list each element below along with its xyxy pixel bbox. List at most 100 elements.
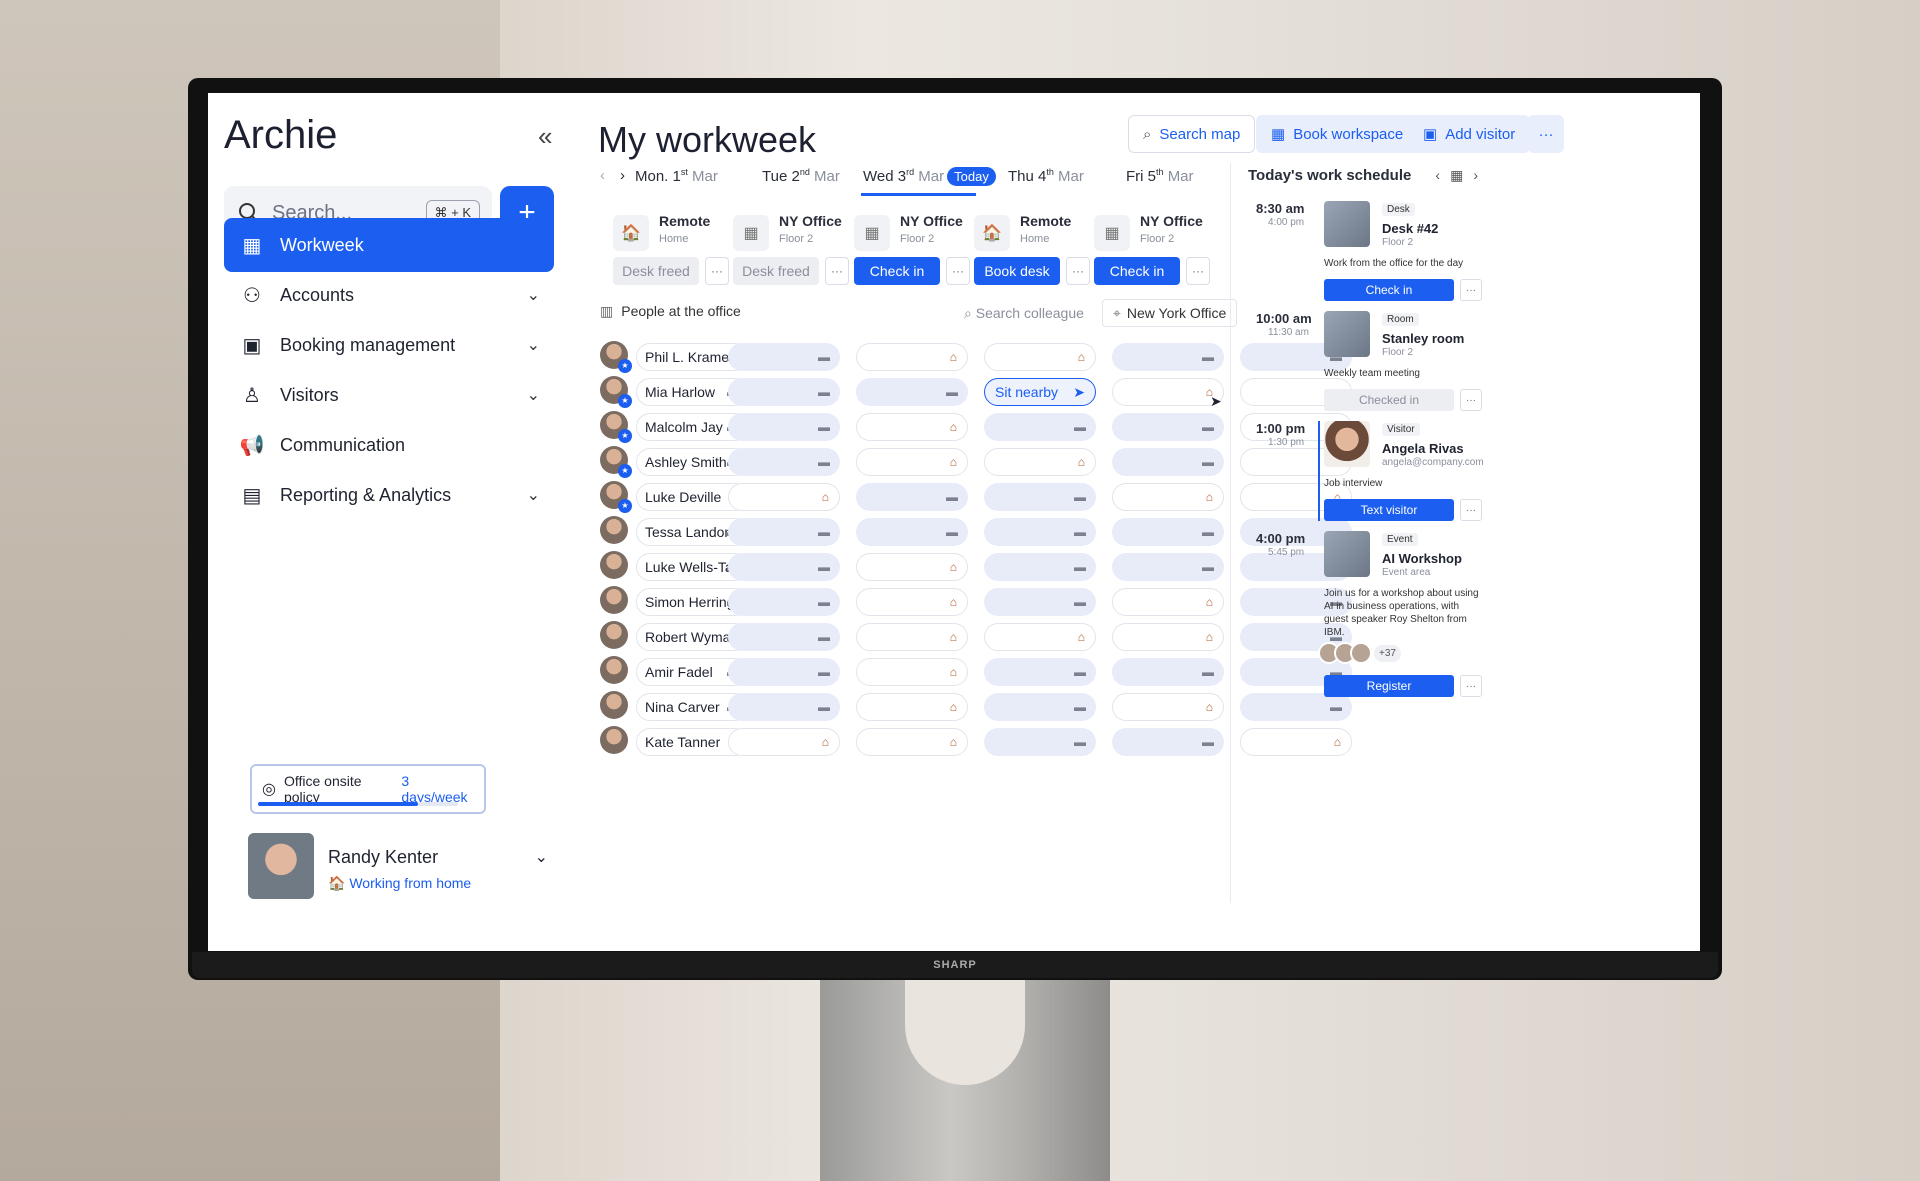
more-options-button[interactable]: ··· [1066, 257, 1090, 285]
more-button[interactable]: ··· [1528, 115, 1564, 153]
day-cell-office[interactable]: ▬ [728, 343, 840, 371]
tab-day[interactable]: Thu 4th Mar [1008, 167, 1084, 185]
day-cell-remote[interactable]: ⌂ [856, 623, 968, 651]
day-cell-office[interactable]: ▬ [984, 588, 1096, 616]
sidebar-item-accounts[interactable]: ⚇ Accounts ⌄ [224, 268, 554, 322]
event-action-button[interactable]: Text visitor [1324, 499, 1454, 521]
search-map-button[interactable]: ⌕ Search map [1128, 115, 1256, 153]
tab-day[interactable]: Mon. 1st Mar [635, 167, 718, 185]
more-options-button[interactable]: ··· [1186, 257, 1210, 285]
day-action-button[interactable]: Check in [1094, 257, 1180, 285]
more-options-button[interactable]: ··· [1460, 279, 1482, 301]
chevron-down-icon[interactable]: ⌄ [527, 385, 540, 405]
day-cell-office[interactable]: ▬ [984, 553, 1096, 581]
day-cell-office[interactable]: ▬ [984, 483, 1096, 511]
schedule-nav[interactable]: ‹▦› [1435, 167, 1488, 184]
chevron-down-icon[interactable]: ⌄ [527, 285, 540, 305]
day-cell-remote[interactable]: ⌂ [856, 343, 968, 371]
day-cell-remote[interactable]: ⌂ [856, 693, 968, 721]
day-cell-office[interactable]: ▬ [984, 518, 1096, 546]
day-cell-remote[interactable]: ⌂ [728, 483, 840, 511]
day-action-button[interactable]: Book desk [974, 257, 1060, 285]
more-options-button[interactable]: ··· [825, 257, 849, 285]
more-options-button[interactable]: ··· [1460, 499, 1482, 521]
onsite-policy[interactable]: ◎ Office onsite policy 3 days/week [250, 764, 486, 814]
search-colleague-input[interactable]: Search colleague [976, 305, 1084, 321]
day-cell-office[interactable]: ▬ [1112, 658, 1224, 686]
day-cell-remote[interactable]: ⌂ [1112, 623, 1224, 651]
day-cell-remote[interactable]: ⌂ [728, 728, 840, 756]
chevron-down-icon[interactable]: ⌄ [527, 335, 540, 355]
day-cell-remote[interactable]: ⌂ [856, 658, 968, 686]
day-cell-office[interactable]: ▬ [728, 553, 840, 581]
day-month: Mar [918, 168, 945, 185]
tab-day[interactable]: Tue 2nd Mar [762, 167, 840, 185]
day-cell-office[interactable]: ▬ [1112, 448, 1224, 476]
day-cell-office[interactable]: ▬ [984, 413, 1096, 441]
event-action-button[interactable]: Register [1324, 675, 1454, 697]
sidebar-item-communication[interactable]: 📢 Communication [224, 418, 554, 472]
day-cell-office[interactable]: ▬ [1112, 343, 1224, 371]
search-colleague[interactable]: ⌕ Search colleague [964, 305, 1084, 322]
event-action-button[interactable]: Checked in [1324, 389, 1454, 411]
event-action-button[interactable]: Check in [1324, 279, 1454, 301]
user-profile[interactable]: Randy Kenter 🏠 Working from home ⌄ [248, 833, 548, 903]
sit-nearby-button[interactable]: Sit nearby ➤ [984, 378, 1096, 406]
next-week-icon[interactable]: › [620, 167, 625, 184]
day-cell-office[interactable]: ▬ [728, 378, 840, 406]
day-cell-remote[interactable]: ⌂ [984, 623, 1096, 651]
day-cell-remote[interactable]: ⌂ [856, 448, 968, 476]
more-options-button[interactable]: ··· [705, 257, 729, 285]
day-cell-office[interactable]: ▬ [728, 623, 840, 651]
day-action-button[interactable]: Check in [854, 257, 940, 285]
day-cell-office[interactable]: ▬ [728, 413, 840, 441]
day-cell-remote[interactable]: ⌂ [984, 343, 1096, 371]
day-cell-remote[interactable]: ⌂ [1112, 483, 1224, 511]
more-options-button[interactable]: ··· [946, 257, 970, 285]
chevron-right-icon[interactable]: › [1473, 167, 1488, 183]
office-selector[interactable]: ⌖ New York Office [1102, 299, 1238, 327]
chevron-left-icon[interactable]: ‹ [1435, 167, 1450, 183]
more-options-button[interactable]: ··· [1460, 675, 1482, 697]
day-cell-office[interactable]: ▬ [728, 448, 840, 476]
day-cell-office[interactable]: ▬ [1112, 553, 1224, 581]
calendar-icon[interactable]: ▦ [1450, 167, 1473, 183]
day-cell-remote[interactable]: ⌂ [984, 448, 1096, 476]
chevron-down-icon[interactable]: ⌄ [527, 485, 540, 505]
day-action-button[interactable]: Desk freed [733, 257, 819, 285]
tab-day[interactable]: Fri 5th Mar [1126, 167, 1194, 185]
day-cell-office[interactable]: ▬ [728, 588, 840, 616]
day-cell-office[interactable]: ▬ [856, 518, 968, 546]
day-action-button[interactable]: Desk freed [613, 257, 699, 285]
day-cell-office[interactable]: ▬ [984, 728, 1096, 756]
day-cell-office[interactable]: ▬ [984, 693, 1096, 721]
day-cell-office[interactable]: ▬ [1112, 518, 1224, 546]
sidebar-item-reporting-analytics[interactable]: ▤ Reporting & Analytics ⌄ [224, 468, 554, 522]
day-cell-remote[interactable]: ⌂ [1112, 588, 1224, 616]
star-icon: ★ [618, 499, 632, 513]
collapse-sidebar-icon[interactable]: « [538, 121, 552, 152]
more-options-button[interactable]: ··· [1460, 389, 1482, 411]
day-cell-office[interactable]: ▬ [856, 378, 968, 406]
day-cell-remote[interactable]: ⌂ [1112, 693, 1224, 721]
sidebar-item-visitors[interactable]: ♙ Visitors ⌄ [224, 368, 554, 422]
prev-week-icon[interactable]: ‹ [600, 167, 605, 184]
book-workspace-button[interactable]: ▦ Book workspace [1256, 115, 1419, 153]
day-cell-remote[interactable]: ⌂ [856, 588, 968, 616]
day-cell-remote[interactable]: ⌂ [856, 413, 968, 441]
day-cell-office[interactable]: ▬ [1112, 728, 1224, 756]
day-cell-office[interactable]: ▬ [1112, 413, 1224, 441]
day-cell-office[interactable]: ▬ [728, 518, 840, 546]
day-cell-office[interactable]: ▬ [728, 658, 840, 686]
day-cell-office[interactable]: ▬ [856, 483, 968, 511]
sidebar-item-workweek[interactable]: ▦ Workweek [224, 218, 554, 272]
day-cell-office[interactable]: ▬ [984, 658, 1096, 686]
day-cell-remote[interactable]: ⌂ [856, 728, 968, 756]
day-cell-office[interactable]: ▬ [728, 693, 840, 721]
day-cell-remote[interactable]: ⌂ [1112, 378, 1224, 406]
sidebar-item-booking-management[interactable]: ▣ Booking management ⌄ [224, 318, 554, 372]
chevron-down-icon[interactable]: ⌄ [535, 847, 548, 867]
tab-day[interactable]: Wed 3rd Mar Today [863, 167, 996, 186]
add-visitor-button[interactable]: ▣ Add visitor [1408, 115, 1531, 153]
day-cell-remote[interactable]: ⌂ [856, 553, 968, 581]
